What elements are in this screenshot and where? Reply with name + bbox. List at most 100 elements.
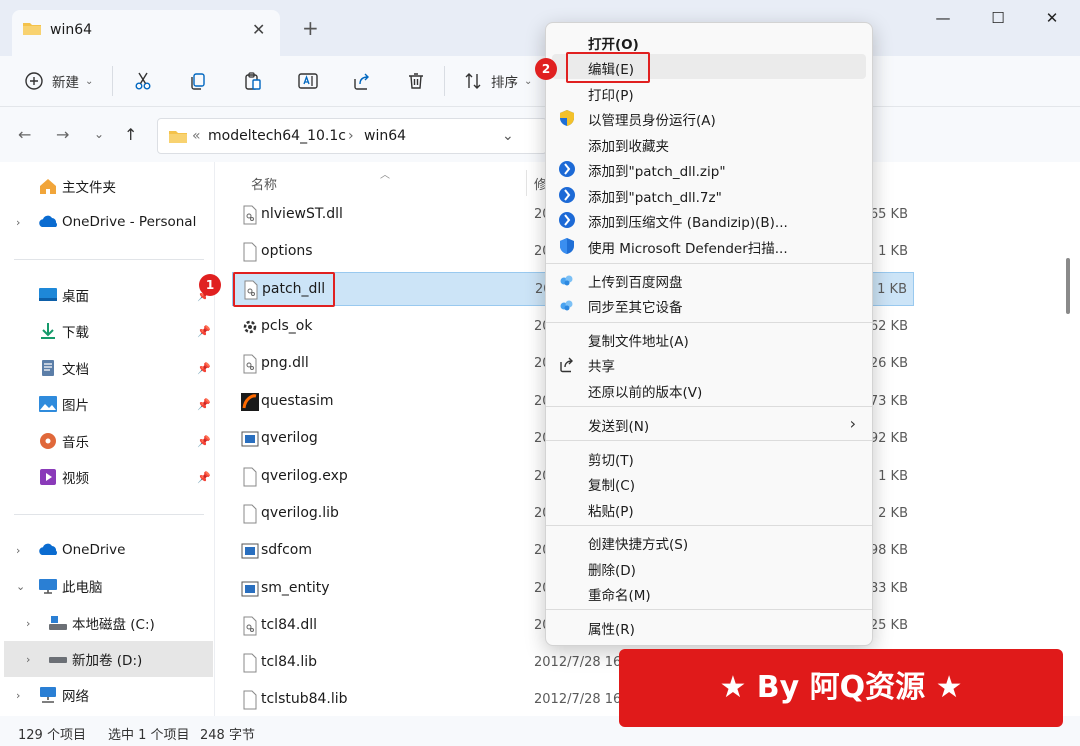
sidebar-item-onedrive[interactable]: › OneDrive <box>0 532 213 568</box>
menu-item-copy-path[interactable]: 复制文件地址(A) <box>552 326 866 351</box>
chevron-right-icon[interactable]: › <box>16 544 20 557</box>
file-name: png.dll <box>261 355 309 371</box>
forward-arrow-icon[interactable]: → <box>56 125 69 144</box>
clipboard-icon <box>243 71 263 91</box>
menu-item-restore-versions[interactable]: 还原以前的版本(V) <box>552 377 866 402</box>
add-circle-icon <box>24 71 44 91</box>
menu-item-properties[interactable]: 属性(R) <box>552 614 866 639</box>
sidebar-item-onedrive-personal[interactable]: › OneDrive - Personal <box>0 204 213 240</box>
sidebar-item-music[interactable]: 音乐 📌 <box>0 423 213 459</box>
sidebar-item-drive-c[interactable]: › 本地磁盘 (C:) <box>0 605 213 641</box>
file-size: 25 KB <box>869 618 908 633</box>
baidu-cloud-icon <box>558 296 576 314</box>
menu-item-delete[interactable]: 删除(D) <box>552 555 866 580</box>
file-icon <box>240 653 260 673</box>
file-icon <box>240 467 260 487</box>
copy-button[interactable] <box>188 66 208 96</box>
share-icon <box>352 71 372 91</box>
file-size: 98 KB <box>869 543 908 558</box>
address-bar[interactable]: « modeltech64_10.1c › win64 ⌄ <box>157 118 547 154</box>
new-tab-button[interactable]: + <box>302 16 319 40</box>
minimize-button[interactable]: — <box>928 9 958 33</box>
gear-app-icon <box>240 317 260 337</box>
chevron-right-icon[interactable]: › <box>16 216 20 229</box>
menu-item-add-favorites[interactable]: 添加到收藏夹 <box>552 131 866 156</box>
step-badge-1: 1 <box>199 274 221 296</box>
menu-item-add-7z[interactable]: 添加到"patch_dll.7z" <box>552 182 866 207</box>
sidebar-item-label: 下载 <box>62 325 89 341</box>
toolbar-divider <box>112 66 113 96</box>
vertical-scrollbar[interactable] <box>1066 258 1070 314</box>
sort-button[interactable]: 排序 ⌄ <box>463 66 532 96</box>
menu-label: 发送到(N) <box>588 419 650 435</box>
rename-button[interactable] <box>297 66 319 96</box>
pin-icon[interactable]: 📌 <box>197 435 211 448</box>
breadcrumb-overflow[interactable]: « <box>192 128 201 144</box>
recent-chevron-icon[interactable]: ⌄ <box>94 127 104 141</box>
new-label: 新建 <box>52 75 79 91</box>
menu-item-cut[interactable]: 剪切(T) <box>552 445 866 470</box>
menu-item-baidu-upload[interactable]: 上传到百度网盘 <box>552 267 866 292</box>
tab-close-icon[interactable]: ✕ <box>252 20 265 39</box>
pin-icon[interactable]: 📌 <box>197 325 211 338</box>
breadcrumb-win64[interactable]: win64 <box>364 128 406 144</box>
menu-item-rename[interactable]: 重命名(M) <box>552 580 866 605</box>
menu-item-copy[interactable]: 复制(C) <box>552 470 866 495</box>
menu-item-sync-devices[interactable]: 同步至其它设备 <box>552 292 866 317</box>
new-button[interactable]: 新建 ⌄ <box>24 66 93 96</box>
sidebar-item-drive-d[interactable]: › 新加卷 (D:) <box>4 641 213 677</box>
sidebar-item-downloads[interactable]: 下载 📌 <box>0 313 213 349</box>
menu-item-create-shortcut[interactable]: 创建快捷方式(S) <box>552 529 866 554</box>
share-button[interactable] <box>352 66 372 96</box>
delete-button[interactable] <box>406 66 426 96</box>
sidebar-item-desktop[interactable]: 桌面 📌 <box>0 277 213 313</box>
file-date: 2012/7/28 16 <box>534 655 622 670</box>
address-dropdown-icon[interactable]: ⌄ <box>502 128 514 144</box>
sidebar-item-home[interactable]: 主文件夹 <box>0 168 213 204</box>
sidebar-item-pictures[interactable]: 图片 📌 <box>0 386 213 422</box>
highlight-box-patch-dll <box>233 272 335 307</box>
menu-item-add-zip[interactable]: 添加到"patch_dll.zip" <box>552 156 866 181</box>
chevron-right-icon[interactable]: › <box>26 653 30 666</box>
menu-label: 添加到收藏夹 <box>588 139 669 155</box>
close-window-button[interactable]: ✕ <box>1037 9 1067 33</box>
sidebar-item-videos[interactable]: 视频 📌 <box>0 459 213 495</box>
menu-label: 打开(O) <box>588 37 639 53</box>
menu-divider <box>546 322 872 323</box>
back-arrow-icon[interactable]: ← <box>18 125 31 144</box>
sidebar-item-label: 视频 <box>62 471 89 487</box>
menu-item-add-bandizip[interactable]: 添加到压缩文件 (Bandizip)(B)... <box>552 207 866 232</box>
chevron-right-icon[interactable]: › <box>26 617 30 630</box>
menu-item-open[interactable]: 打开(O) <box>552 29 866 54</box>
cut-button[interactable] <box>133 66 153 96</box>
sidebar-item-this-pc[interactable]: ⌄ 此电脑 <box>0 568 213 604</box>
file-name: tclstub84.lib <box>261 691 348 707</box>
chevron-down-icon[interactable]: ⌄ <box>16 580 25 593</box>
chevron-right-icon[interactable]: › <box>16 689 20 702</box>
menu-label: 复制(C) <box>588 478 635 494</box>
pin-icon[interactable]: 📌 <box>197 471 211 484</box>
menu-item-send-to[interactable]: 发送到(N) › <box>552 411 866 436</box>
sidebar-item-documents[interactable]: 文档 📌 <box>0 350 213 386</box>
menu-label: 共享 <box>588 359 615 375</box>
selection-count: 选中 1 个项目 <box>108 728 190 743</box>
pin-icon[interactable]: 📌 <box>197 362 211 375</box>
column-divider[interactable] <box>526 170 527 196</box>
paste-button[interactable] <box>243 66 263 96</box>
menu-item-paste[interactable]: 粘贴(P) <box>552 496 866 521</box>
menu-divider <box>546 263 872 264</box>
file-size: 92 KB <box>869 431 908 446</box>
up-arrow-icon[interactable]: ↑ <box>124 125 137 144</box>
breadcrumb-modeltech[interactable]: modeltech64_10.1c <box>208 128 346 144</box>
pin-icon[interactable]: 📌 <box>197 398 211 411</box>
file-name: pcls_ok <box>261 318 313 334</box>
column-header-name[interactable]: 名称 <box>251 174 277 193</box>
sidebar-item-network[interactable]: › 网络 <box>0 677 213 713</box>
menu-item-share[interactable]: 共享 <box>552 351 866 376</box>
menu-item-print[interactable]: 打印(P) <box>552 80 866 105</box>
menu-item-run-as-admin[interactable]: 以管理员身份运行(A) <box>552 105 866 130</box>
maximize-button[interactable]: ☐ <box>983 9 1013 33</box>
sidebar-item-label: 文档 <box>62 362 89 378</box>
tab-win64[interactable]: win64 ✕ <box>12 10 280 56</box>
menu-item-defender-scan[interactable]: 使用 Microsoft Defender扫描... <box>552 233 866 258</box>
